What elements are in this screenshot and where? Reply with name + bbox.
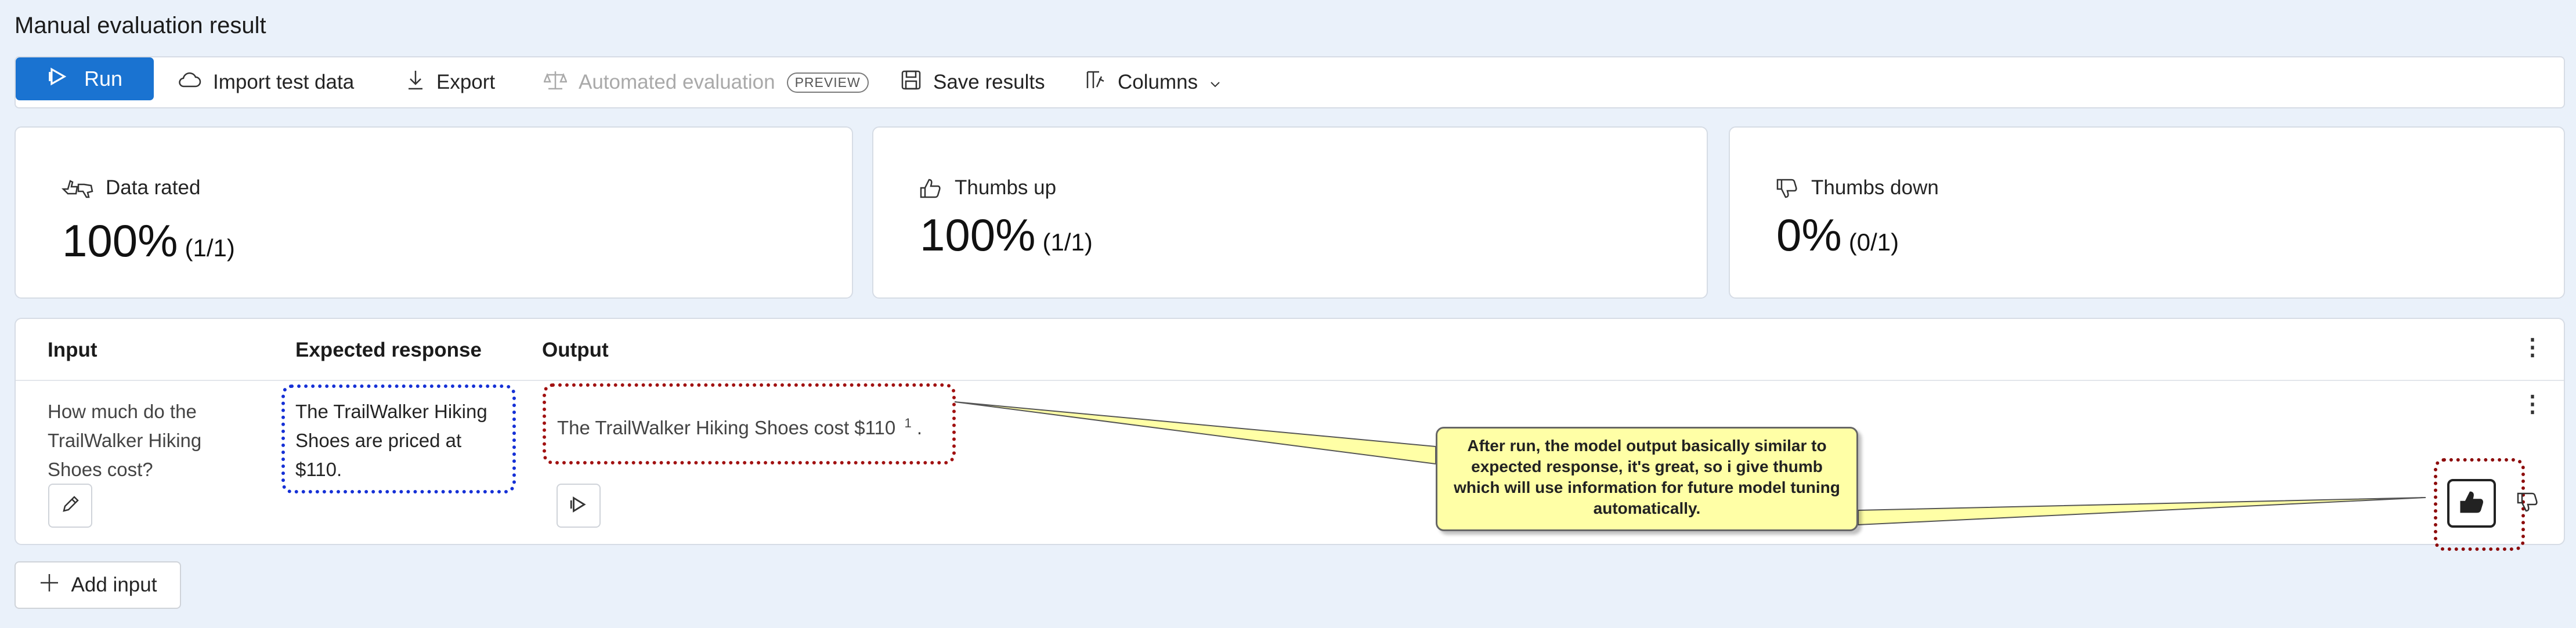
annotation-callout: After run, the model output basically si… <box>1436 427 1858 531</box>
thumbs-up-icon <box>2458 489 2485 518</box>
callout-pointer-lines <box>954 401 2426 526</box>
thumbs-down-icon <box>2516 492 2539 516</box>
plus-icon <box>39 572 60 598</box>
add-input-label: Add input <box>71 573 157 596</box>
thumbs-down-button[interactable] <box>2516 491 2539 517</box>
add-input-button[interactable]: Add input <box>15 561 181 609</box>
thumbs-up-button[interactable] <box>2447 479 2496 528</box>
